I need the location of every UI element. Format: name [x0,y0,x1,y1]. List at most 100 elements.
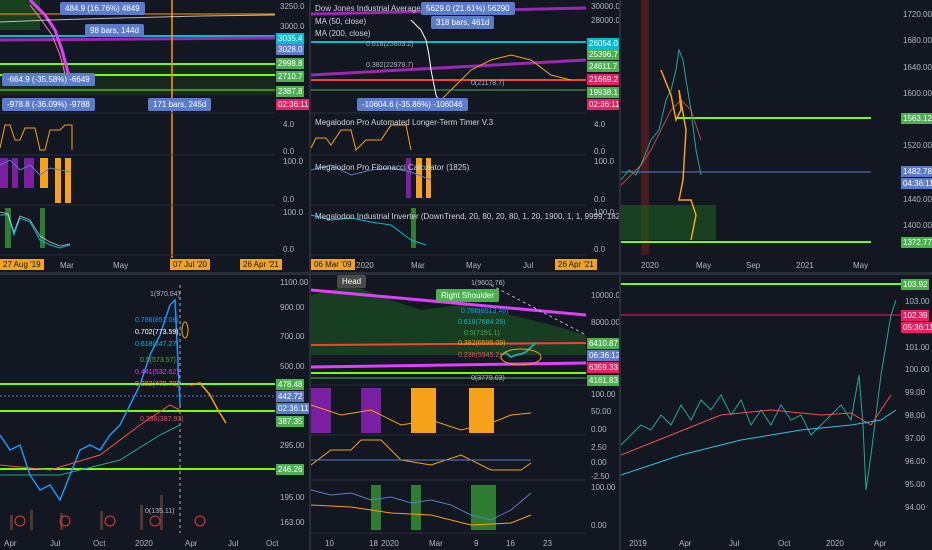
price-chart[interactable] [311,0,619,272]
price-scale-label: 28000.0 [591,16,619,25]
price-tag: 3028.0 [276,44,305,55]
time-axis-label: 10 [325,539,334,548]
time-axis-label: Oct [266,539,279,548]
measure-box[interactable]: -10604.6 (-35.86%) -106046 [357,98,468,111]
price-scale-label: 30000.0 [591,2,619,11]
time-axis-date-tag: 26 Apr '21 [555,259,597,270]
measure-box[interactable]: 171 bars, 245d [148,98,212,111]
price-tag: 103.92 [901,279,930,290]
chart-panel-bottom-middle[interactable]: Head Right Shoulder 1(9602.76) 0.786(851… [311,275,619,550]
chart-panel-top-left[interactable]: 484.9 (16.76%) 4849 98 bars, 144d -664.9… [0,0,309,272]
time-axis-date-tag: 27 Aug '19 [0,259,44,270]
fib-level-label: 0.618(7684.26) [458,319,506,326]
pattern-label-head[interactable]: Head [337,275,367,288]
indicator-title[interactable]: Megalodon Pro Fibonacci Calculator (1825… [315,163,469,172]
chart-panel-top-middle[interactable]: Dow Jones Industrial Average Index, 1D M… [311,0,619,272]
price-tag: 246.26 [276,464,305,475]
indicator-scale-label: 0.0 [283,147,295,156]
price-scale-label: 1440.00 [903,195,932,204]
time-axis-label: Apr [4,539,17,548]
price-tag: 1482.78 [901,166,932,177]
measure-box[interactable]: -664.9 (-35.58%) -6649 [2,73,95,86]
price-tag: 478.48 [276,379,305,390]
fib-level-label: 0.441(532.62) [135,369,179,376]
measure-box[interactable]: 318 bars, 461d [431,16,495,29]
price-tag: 1372.77 [901,237,932,248]
price-tag: 1563.12 [901,113,932,124]
price-scale-label: 1680.00 [903,36,932,45]
measure-box[interactable]: 5629.0 (21.61%) 56290 [421,2,515,15]
indicator-scale-label: 2.50 [591,443,607,452]
price-chart[interactable] [311,275,619,550]
measure-box[interactable]: -978.8 (-36.09%) -9788 [2,98,95,111]
price-scale-label: 500.00 [280,362,305,371]
fib-level-label: 0.382(6595.09) [458,340,506,347]
price-scale-label: 97.00 [905,434,926,443]
price-scale-label: 101.00 [905,343,930,352]
price-scale-label: 195.00 [280,493,305,502]
time-axis-label: May [466,261,482,270]
legend-ma-50[interactable]: MA (50, close) [315,17,366,26]
price-scale-label: 103.00 [905,297,930,306]
time-axis-date-tag: 06 Mar '09 [311,259,355,270]
fib-level-label: 0.786(8513.48) [461,308,509,315]
price-chart[interactable] [621,0,932,272]
price-tag: 3035.4 [276,33,305,44]
price-scale-label: 1400.00 [903,221,932,230]
price-tag: 25396.7 [587,49,619,60]
price-tag: 24611.7 [587,61,619,72]
pattern-label-right-shoulder[interactable]: Right Shoulder [436,289,499,302]
legend-ma-200[interactable]: MA (200, close) [315,29,371,38]
price-scale-label: 700.00 [280,332,305,341]
chart-panel-bottom-left[interactable]: 1(970.64) 0.786(851.08) 0.702(773.59) 0.… [0,275,309,550]
price-tag: 6410.87 [587,338,619,349]
price-chart[interactable] [621,275,932,550]
time-axis-label: Jul [729,539,740,548]
time-axis-label: 2019 [629,539,647,548]
fib-level-label: 0.618(647.27) [135,341,179,348]
fib-level-label: 0.786(851.08) [135,317,179,324]
chart-panel-top-right[interactable]: 1720.00 1680.00 1640.00 1600.00 1563.12 … [621,0,932,272]
chart-panel-bottom-right[interactable]: 103.92 103.00 102.39 05:36:11 101.00 100… [621,275,932,550]
indicator-scale-label: -2.50 [591,472,610,481]
fib-level-label: 0(3779.03) [471,375,505,382]
time-axis-label: Oct [93,539,106,548]
time-axis-label: Oct [778,539,791,548]
fib-level-label: 0.382(22979.7) [366,62,414,69]
indicator-scale-label: 4.0 [594,120,606,129]
price-tag: 26054.0 [587,38,619,49]
indicator-scale-label: 0.0 [594,147,606,156]
fib-level-label: 0.236(387.93) [140,416,184,423]
price-scale-label: 3000.0 [280,22,305,31]
indicator-scale-label: 0.0 [283,245,295,254]
indicator-scale-label: 0.00 [591,521,607,530]
price-scale-label: 99.00 [905,388,926,397]
time-axis-label: 2020 [381,539,399,548]
measure-box[interactable]: 98 bars, 144d [85,24,144,37]
indicator-title[interactable]: Megalodon Industrial Inverter (DownTrend… [315,212,619,221]
price-tag: 442.72 [276,391,305,402]
measure-box[interactable]: 484.9 (16.76%) 4849 [60,2,145,15]
time-axis-label: Apr [185,539,198,548]
countdown-tag: 02:36:11 [276,99,309,110]
time-axis-label: 9 [474,539,479,548]
time-axis-label: Apr [679,539,692,548]
price-scale-label: 295.00 [280,441,305,450]
time-axis-label: Mar [429,539,443,548]
indicator-scale-label: 0.0 [594,195,606,204]
price-scale-label: 100.00 [905,365,930,374]
price-tag: 19938.1 [587,87,619,98]
fib-level-label: 0(135.11) [145,508,175,515]
price-scale-label: 96.00 [905,457,926,466]
price-tag: 387.35 [276,416,305,427]
price-chart[interactable] [0,0,309,272]
price-tag: 4161.83 [587,375,619,386]
price-scale-label: 8000.00 [591,318,619,327]
fib-level-label: 0(21178.7) [471,80,505,87]
time-axis-label: 2020 [135,539,153,548]
indicator-scale-label: 100.00 [591,483,616,492]
indicator-title[interactable]: Megalodon Pro Automated Longer-Term Time… [315,118,493,127]
time-axis-label: May [853,261,869,270]
price-tag: 6359.33 [587,362,619,373]
indicator-scale-label: 0.0 [283,195,295,204]
